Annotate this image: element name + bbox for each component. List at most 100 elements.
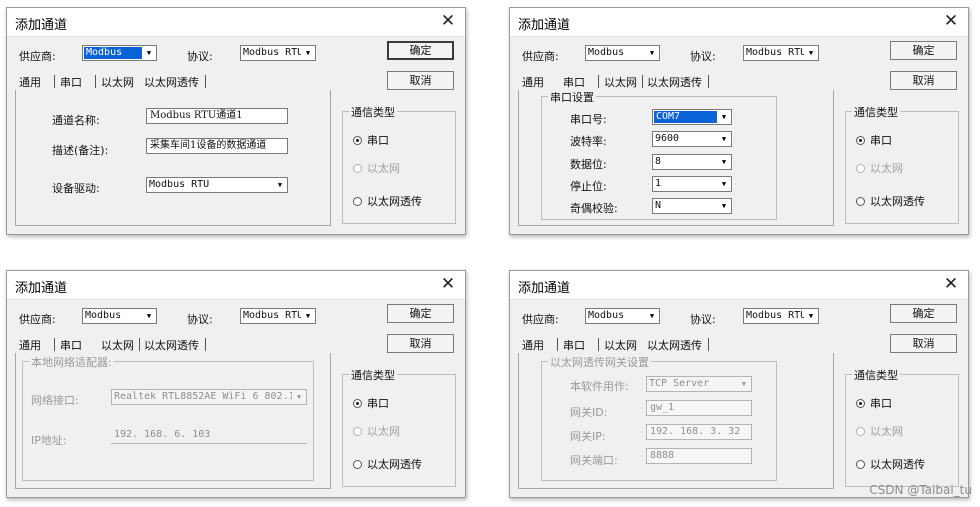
- tab-divider: [598, 338, 599, 351]
- ok-button[interactable]: 确定: [890, 304, 957, 323]
- protocol-label: 协议:: [690, 50, 716, 63]
- radio-serial[interactable]: 串口: [856, 395, 892, 411]
- supplier-value: Modbus: [85, 310, 122, 321]
- radio-serial[interactable]: 串口: [353, 132, 389, 148]
- tab-ethernet[interactable]: 以太网: [101, 74, 134, 90]
- dialog-titlebar: 添加通道 ✕: [510, 271, 968, 300]
- supplier-combo[interactable]: Modbus ▼: [82, 45, 157, 61]
- parity-value: N: [655, 200, 662, 211]
- channel-name-input[interactable]: Modbus RTU通道1: [146, 108, 288, 124]
- close-icon[interactable]: ✕: [934, 8, 968, 36]
- device-driver-combo[interactable]: Modbus RTU ▼: [146, 177, 288, 193]
- data-bits-label: 数据位:: [570, 158, 607, 171]
- chevron-down-icon: ▼: [277, 181, 283, 189]
- gateway-settings-group: 以太网透传网关设置 本软件用作: TCP Server ▼ 网关ID: gw_1…: [541, 354, 777, 481]
- close-icon[interactable]: ✕: [431, 8, 465, 36]
- tab-ethernet[interactable]: 以太网: [101, 337, 134, 353]
- chevron-down-icon: ▼: [305, 312, 311, 320]
- close-icon[interactable]: ✕: [431, 271, 465, 299]
- protocol-value: Modbus RTU: [746, 310, 804, 321]
- gateway-id-label: 网关ID:: [570, 406, 608, 419]
- network-interface-value: Realtek RTL8852AE WiFi 6 802.11a: [114, 391, 292, 402]
- chevron-down-icon: ▼: [721, 113, 727, 121]
- supplier-label: 供应商:: [522, 313, 559, 326]
- port-combo[interactable]: COM7 ▼: [652, 109, 732, 125]
- protocol-combo[interactable]: Modbus RTU ▼: [743, 45, 819, 61]
- tab-general[interactable]: 通用: [19, 337, 41, 353]
- channel-name-label: 通道名称:: [52, 114, 100, 127]
- data-bits-combo[interactable]: 8 ▼: [652, 154, 732, 170]
- supplier-combo[interactable]: Modbus ▼: [82, 308, 157, 324]
- tab-divider: [205, 75, 206, 88]
- dialog-title: 添加通道: [518, 18, 571, 33]
- radio-ethernet-passthrough[interactable]: 以太网透传: [353, 193, 422, 209]
- baud-label: 波特率:: [570, 135, 607, 148]
- tab-ethernet[interactable]: 以太网: [604, 74, 637, 90]
- supplier-value: Modbus: [84, 47, 142, 59]
- ok-button[interactable]: 确定: [387, 41, 454, 60]
- radio-serial-label: 串口: [870, 134, 892, 147]
- protocol-combo[interactable]: Modbus RTU ▼: [240, 45, 316, 61]
- baud-combo[interactable]: 9600 ▼: [652, 131, 732, 147]
- tab-general[interactable]: 通用: [522, 337, 544, 353]
- network-interface-combo: Realtek RTL8852AE WiFi 6 802.11a ▼: [111, 389, 307, 405]
- comm-type-title: 通信类型: [349, 367, 397, 383]
- dialog-titlebar: 添加通道 ✕: [7, 8, 465, 37]
- tab-divider: [642, 75, 643, 88]
- stop-bits-combo[interactable]: 1 ▼: [652, 176, 732, 192]
- tab-ethernet-passthrough[interactable]: 以太网透传: [647, 74, 702, 90]
- tab-serial[interactable]: 串口: [563, 337, 585, 353]
- parity-combo[interactable]: N ▼: [652, 198, 732, 214]
- tab-ethernet-passthrough[interactable]: 以太网透传: [144, 74, 199, 90]
- dialog-title: 添加通道: [518, 281, 571, 296]
- radio-serial[interactable]: 串口: [353, 395, 389, 411]
- supplier-label: 供应商:: [19, 50, 56, 63]
- watermark-text: CSDN @Taibai_tu: [869, 483, 972, 497]
- radio-passthrough-label: 以太网透传: [367, 458, 422, 471]
- chevron-down-icon: ▼: [721, 180, 727, 188]
- protocol-label: 协议:: [187, 313, 213, 326]
- tab-general[interactable]: 通用: [522, 74, 544, 90]
- tab-general[interactable]: 通用: [19, 74, 41, 90]
- tab-serial[interactable]: 串口: [563, 74, 585, 90]
- tab-divider: [54, 75, 55, 88]
- supplier-combo[interactable]: Modbus ▼: [585, 308, 660, 324]
- chevron-down-icon: ▼: [741, 380, 747, 388]
- cancel-button[interactable]: 取消: [387, 71, 454, 90]
- ok-button[interactable]: 确定: [387, 304, 454, 323]
- serial-settings-title: 串口设置: [548, 89, 596, 105]
- close-icon[interactable]: ✕: [934, 271, 968, 299]
- tab-ethernet-passthrough[interactable]: 以太网透传: [144, 337, 199, 353]
- tab-ethernet[interactable]: 以太网: [604, 337, 637, 353]
- radio-ethernet-passthrough[interactable]: 以太网透传: [856, 193, 925, 209]
- tab-serial[interactable]: 串口: [60, 337, 82, 353]
- ip-address-field: 192. 168. 6. 103: [111, 428, 307, 444]
- protocol-combo[interactable]: Modbus RTU ▼: [240, 308, 316, 324]
- supplier-combo[interactable]: Modbus ▼: [585, 45, 660, 61]
- tab-serial[interactable]: 串口: [60, 74, 82, 90]
- cancel-button[interactable]: 取消: [387, 334, 454, 353]
- ok-button[interactable]: 确定: [890, 41, 957, 60]
- gateway-id-field: gw_1: [646, 400, 752, 416]
- tab-ethernet-passthrough[interactable]: 以太网透传: [647, 337, 702, 353]
- radio-serial[interactable]: 串口: [856, 132, 892, 148]
- port-value: COM7: [654, 111, 717, 123]
- radio-serial-label: 串口: [870, 397, 892, 410]
- network-interface-label: 网络接口:: [31, 394, 79, 407]
- supplier-value: Modbus: [588, 310, 625, 321]
- tab-divider: [557, 338, 558, 351]
- radio-icon: [353, 460, 362, 469]
- gateway-ip-field: 192. 168. 3. 32: [646, 424, 752, 440]
- tab-divider: [205, 338, 206, 351]
- local-adapter-group: 本地网络适配器: 网络接口: Realtek RTL8852AE WiFi 6 …: [22, 354, 314, 481]
- description-input[interactable]: 采集车间1设备的数据通道: [146, 138, 288, 154]
- protocol-combo[interactable]: Modbus RTU ▼: [743, 308, 819, 324]
- radio-icon: [856, 164, 865, 173]
- cancel-button[interactable]: 取消: [890, 71, 957, 90]
- software-role-combo: TCP Server ▼: [646, 376, 752, 392]
- tab-divider: [708, 75, 709, 88]
- cancel-button[interactable]: 取消: [890, 334, 957, 353]
- port-label: 串口号:: [570, 113, 607, 126]
- radio-ethernet-passthrough[interactable]: 以太网透传: [856, 456, 925, 472]
- radio-ethernet-passthrough[interactable]: 以太网透传: [353, 456, 422, 472]
